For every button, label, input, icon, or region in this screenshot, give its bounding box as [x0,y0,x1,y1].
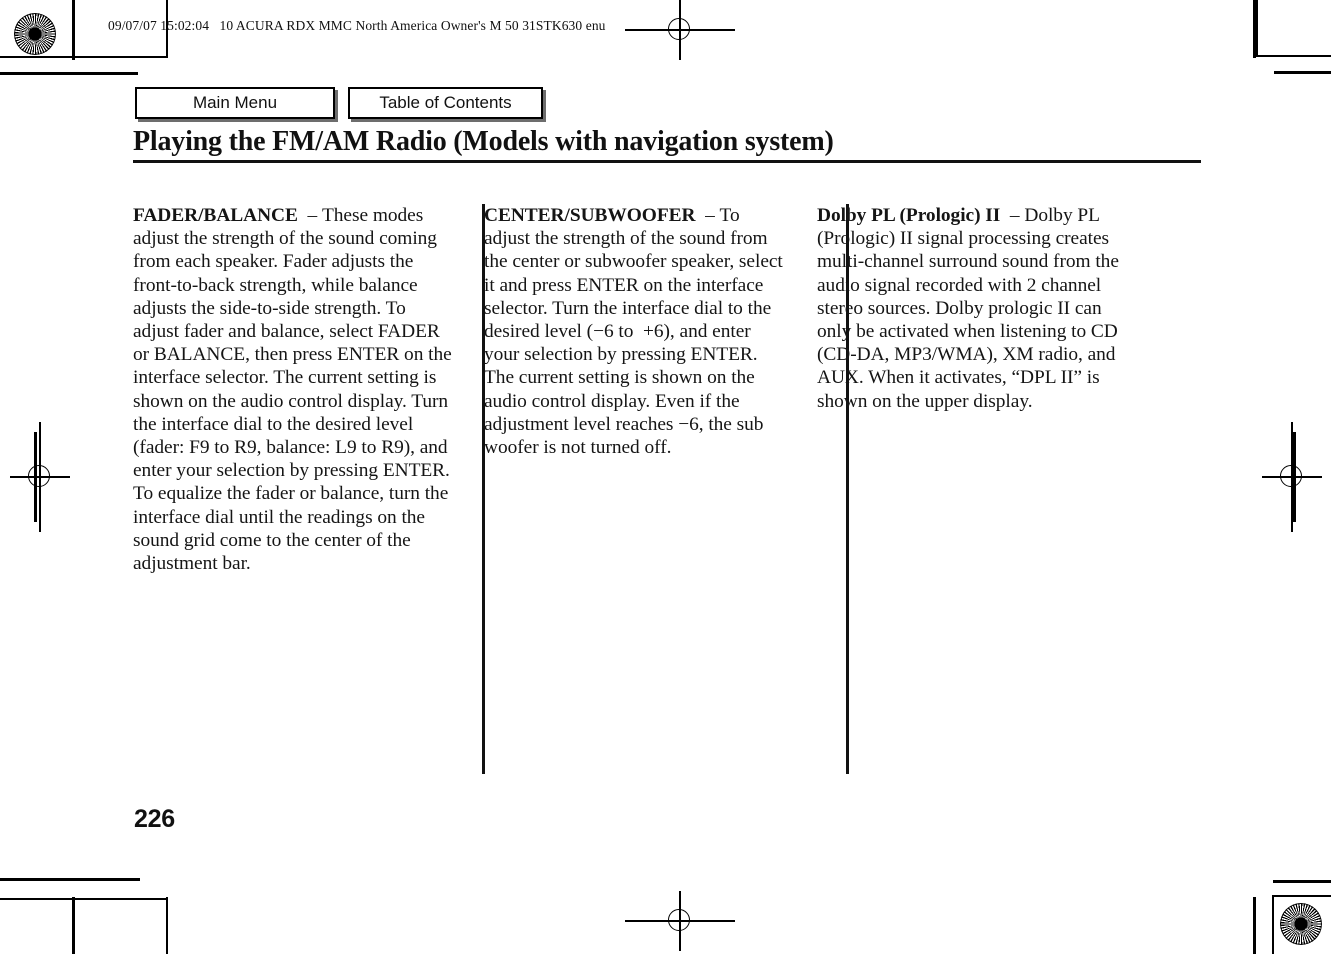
body-center-subwoofer: To adjust the strength of the sound from… [484,205,783,459]
column-fader-balance: FADER/BALANCE – These modes adjust the s… [133,204,466,776]
crop-mark-top-left-horizontal [0,56,168,58]
term-separator [298,205,308,226]
term-fader-balance: FADER/BALANCE [133,205,298,226]
trim-mark-top-left [0,72,138,75]
crop-mark-top-right-vertical [1256,0,1258,56]
table-of-contents-button[interactable]: Table of Contents [348,87,543,120]
print-slug-line: 09/07/07 15:02:04 10 ACURA RDX MMC North… [108,18,606,33]
trim-mark-right-top [1253,0,1256,58]
crosshair-ring [1280,465,1302,487]
term-separator [1000,205,1010,226]
registration-crosshair-bottom-center [625,891,735,951]
paragraph-center-subwoofer: CENTER/SUBWOOFER – To adjust the strengt… [484,204,787,459]
crop-mark-bottom-right-vertical [1272,895,1274,954]
paragraph-dolby-pl-ii: Dolby PL (Prologic) II – Dolby PL (Prolo… [817,204,1120,413]
registration-crosshair-left-middle [10,422,70,532]
registration-starburst-bottom-right [1280,903,1322,945]
term-separator [695,205,705,226]
trim-mark-top-right [1274,71,1331,74]
term-dolby-pl-ii: Dolby PL (Prologic) II [817,205,1001,226]
title-underline-rule [133,160,1201,163]
body-fader-balance: These modes adjust the strength of the s… [133,205,452,575]
term-center-subwoofer: CENTER/SUBWOOFER [484,205,696,226]
registration-crosshair-top-center [625,0,735,60]
crosshair-ring [668,909,690,931]
navigation-bar: Main Menu Table of Contents [135,87,543,120]
crop-mark-bottom-left-horizontal [0,898,168,900]
trim-mark-left-middle [34,432,37,522]
crop-mark-top-right-horizontal [1255,55,1331,57]
crosshair-ring [28,465,50,487]
term-dash: – [307,205,318,226]
crop-mark-bottom-left-vertical [166,897,168,954]
crosshair-ring [668,18,690,40]
trim-mark-left-bottom [72,897,75,954]
content-columns: FADER/BALANCE – These modes adjust the s… [133,204,1203,776]
page-number: 226 [134,805,175,833]
crop-mark-bottom-right-horizontal [1273,895,1331,897]
column-dolby-pl-ii: Dolby PL (Prologic) II – Dolby PL (Prolo… [799,204,1132,776]
trim-mark-right-middle [1293,432,1296,522]
trim-mark-bottom-left [0,878,140,881]
trim-mark-left-top [72,0,75,60]
trim-mark-bottom-right [1273,880,1331,883]
registration-starburst-top-left [14,13,56,55]
page-title: Playing the FM/AM Radio (Models with nav… [133,126,834,157]
term-dash: – [1009,205,1020,226]
registration-crosshair-right-middle [1262,422,1322,532]
main-menu-button[interactable]: Main Menu [135,87,335,120]
trim-mark-right-bottom [1253,897,1256,954]
paragraph-fader-balance: FADER/BALANCE – These modes adjust the s… [133,204,454,575]
column-center-subwoofer: CENTER/SUBWOOFER – To adjust the strengt… [466,204,799,776]
term-dash: – [705,205,715,226]
body-dolby-pl-ii: Dolby PL (Prologic) II signal processing… [817,205,1119,412]
